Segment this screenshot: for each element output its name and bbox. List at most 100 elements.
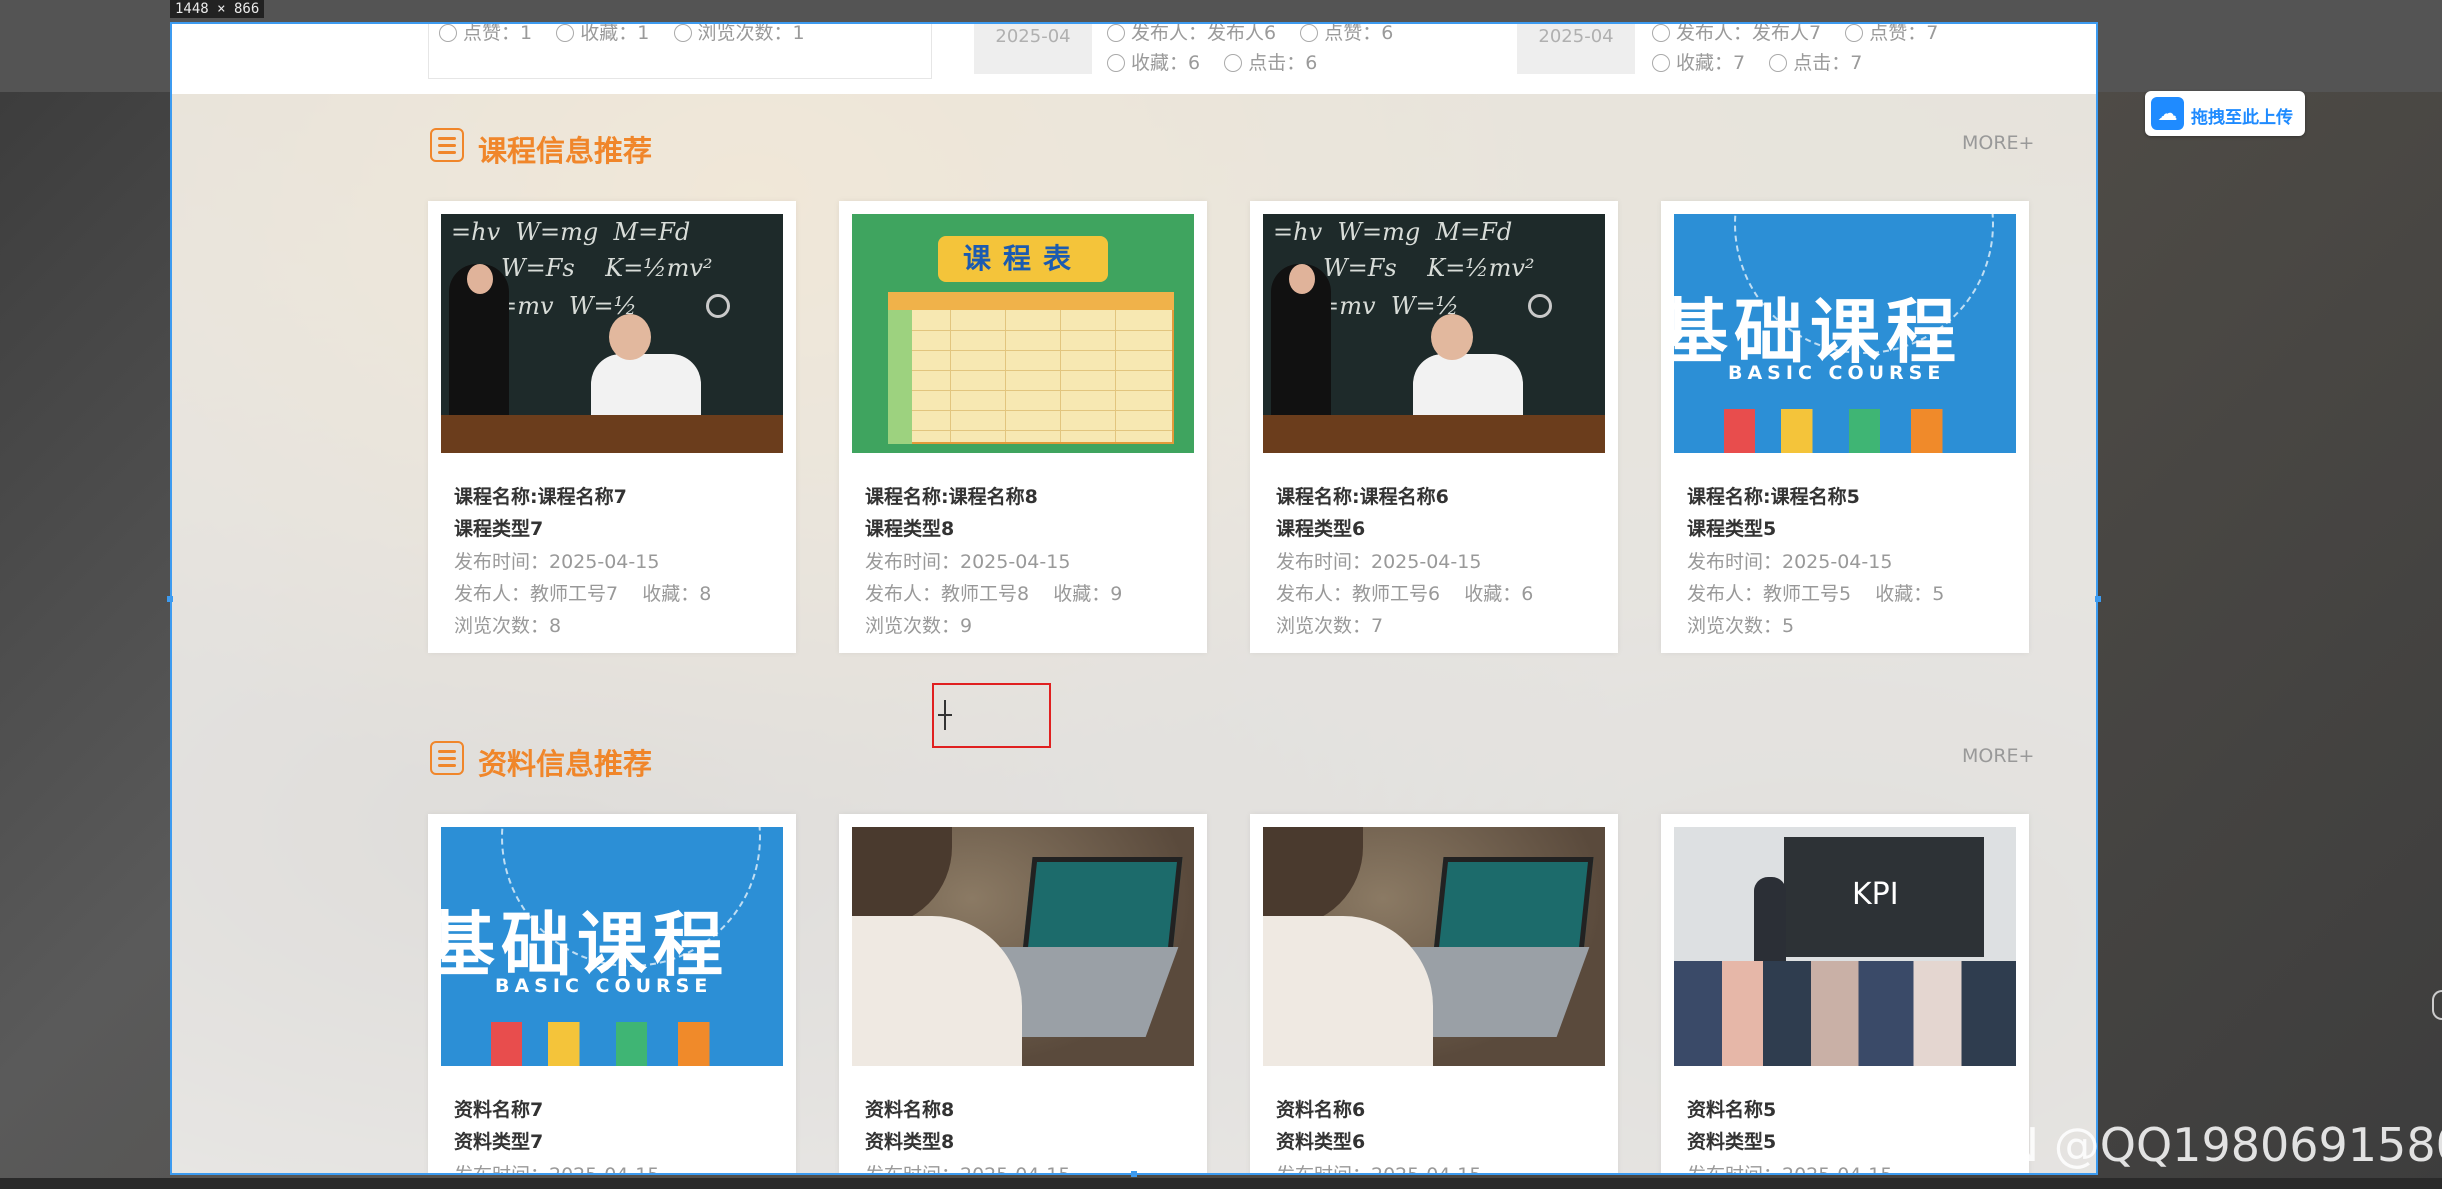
previous-section-strip: 点赞：1 收藏：1 浏览次数：1 2025-04 发布人：发布人6 点赞：6 收… [172, 22, 2096, 94]
course-name: 课程名称:课程名称7 [454, 486, 627, 508]
course-name: 课程名称:课程名称6 [1276, 486, 1449, 508]
frame-resize-handle-right[interactable] [2095, 596, 2101, 602]
course-publisher: 发布人：教师工号7 [454, 583, 619, 605]
course-thumbnail[interactable]: =hv W=mg M=Fd W=Fs K=½mv² P=mv W=½ [441, 214, 783, 453]
material-name: 资料名称8 [865, 1099, 955, 1121]
eye-icon [1224, 54, 1243, 72]
material-thumbnail[interactable] [852, 827, 1194, 1066]
news-meta-line2: 收藏：6 点击：6 [1107, 48, 1317, 75]
material-section-title: 资料信息推荐 [478, 747, 653, 781]
basic-course-subtext: BASIC COURSE [495, 975, 713, 997]
news-date: 2025-04 [995, 26, 1071, 47]
like-icon [439, 24, 457, 42]
course-views: 浏览次数：7 [1276, 615, 1384, 637]
material-type: 资料类型7 [454, 1131, 544, 1153]
course-favorites: 收藏：5 [1875, 583, 1945, 605]
likes-text: 点赞：6 [1324, 22, 1394, 44]
course-publisher: 发布人：教师工号5 [1687, 583, 1852, 605]
frame-resize-handle-left[interactable] [167, 596, 173, 602]
material-type: 资料类型8 [865, 1131, 955, 1153]
course-card[interactable]: =hv W=mg M=Fd W=Fs K=½mv² P=mv W=½ 课程名称:… [1250, 201, 1618, 653]
eye-icon [673, 24, 692, 42]
course-card[interactable]: 基础课程 BASIC COURSE 课程名称:课程名称5 课程类型5 发布时间：… [1661, 201, 2029, 653]
course-publish-time: 发布时间：2025-04-15 [1276, 551, 1482, 573]
crosshair-cursor-icon [938, 700, 952, 730]
course-favorites: 收藏：6 [1464, 583, 1534, 605]
taskbar-edge [0, 1178, 2442, 1189]
frame-resize-handle-bottom[interactable] [1131, 1171, 1137, 1177]
drag-upload-label: 拖拽至此上传 [2191, 108, 2293, 128]
course-type: 课程类型6 [1276, 518, 1366, 540]
course-favorites: 收藏：8 [642, 583, 712, 605]
news-date: 2025-04 [1538, 26, 1614, 47]
eye-icon [1769, 54, 1788, 72]
favorites-text: 收藏：7 [1676, 52, 1746, 74]
course-publisher-row: 发布人：教师工号8 收藏：9 [865, 579, 1122, 606]
cloud-upload-icon: ☁ [2151, 97, 2184, 130]
thumbs-up-icon [1845, 24, 1864, 42]
material-thumbnail[interactable]: 基础课程 BASIC COURSE [441, 827, 783, 1066]
material-thumbnail[interactable] [1263, 827, 1605, 1066]
material-type: 资料类型5 [1687, 1131, 1777, 1153]
material-card[interactable]: 资料名称8 资料类型8 发布时间：2025-04-15 [839, 814, 1207, 1175]
course-publisher-row: 发布人：教师工号7 收藏：8 [454, 579, 711, 606]
material-more-link[interactable]: MORE+ [1962, 745, 2034, 767]
course-favorites: 收藏：9 [1053, 583, 1123, 605]
course-publisher-row: 发布人：教师工号5 收藏：5 [1687, 579, 1944, 606]
course-thumbnail[interactable]: 基础课程 BASIC COURSE [1674, 214, 2016, 453]
course-publisher: 发布人：教师工号6 [1276, 583, 1441, 605]
screenshot-capture-region[interactable]: 点赞：1 收藏：1 浏览次数：1 2025-04 发布人：发布人6 点赞：6 收… [170, 22, 2098, 1175]
course-name: 课程名称:课程名称8 [865, 486, 1038, 508]
material-section-icon [430, 741, 464, 775]
previous-card-tail[interactable]: 点赞：1 收藏：1 浏览次数：1 [428, 24, 932, 79]
material-name: 资料名称6 [1276, 1099, 1366, 1121]
material-thumbnail[interactable]: KPI [1674, 827, 2016, 1066]
basic-course-subtext: BASIC COURSE [1728, 362, 1946, 384]
material-publish-time: 发布时间：2025-04-15 [865, 1164, 1071, 1175]
course-views: 浏览次数：9 [865, 615, 973, 637]
favorites-text: 收藏：6 [1131, 52, 1201, 74]
material-card[interactable]: 基础课程 BASIC COURSE 资料名称7 资料类型7 发布时间：2025-… [428, 814, 796, 1175]
course-views: 浏览次数：5 [1687, 615, 1795, 637]
course-publisher-row: 发布人：教师工号6 收藏：6 [1276, 579, 1533, 606]
capture-dimensions-label: 1448 × 866 [170, 0, 265, 18]
course-publisher: 发布人：教师工号8 [865, 583, 1030, 605]
course-card[interactable]: 课程表 课程名称:课程名称8 课程类型8 发布时间：2025-04-15 发布人… [839, 201, 1207, 653]
user-icon [1652, 24, 1670, 42]
course-type: 课程类型8 [865, 518, 955, 540]
previous-card-meta: 点赞：1 收藏：1 浏览次数：1 [439, 22, 805, 45]
news-date-box: 2025-04 [974, 24, 1092, 74]
csdn-watermark: CSDN @QQ1980691580 [1908, 1118, 2442, 1172]
course-publish-time: 发布时间：2025-04-15 [454, 551, 660, 573]
material-publish-time: 发布时间：2025-04-15 [1276, 1164, 1482, 1175]
course-more-link[interactable]: MORE+ [1962, 132, 2034, 154]
drag-upload-button[interactable]: ☁ 拖拽至此上传 [2145, 91, 2305, 136]
thumbs-up-icon [1300, 24, 1319, 42]
course-thumbnail[interactable]: 课程表 [852, 214, 1194, 453]
likes-text: 点赞：7 [1869, 22, 1939, 44]
course-views: 浏览次数：8 [454, 615, 562, 637]
course-thumbnail[interactable]: =hv W=mg M=Fd W=Fs K=½mv² P=mv W=½ [1263, 214, 1605, 453]
star-icon [1107, 54, 1125, 72]
publisher-text: 发布人：发布人7 [1676, 22, 1822, 44]
course-type: 课程类型5 [1687, 518, 1777, 540]
material-publish-time: 发布时间：2025-04-15 [1687, 1164, 1893, 1175]
material-name: 资料名称5 [1687, 1099, 1777, 1121]
schedule-banner-text: 课程表 [938, 236, 1108, 282]
likes-text: 点赞：1 [463, 22, 533, 44]
publisher-text: 发布人：发布人6 [1131, 22, 1277, 44]
course-publish-time: 发布时间：2025-04-15 [1687, 551, 1893, 573]
news-date-box: 2025-04 [1517, 24, 1635, 74]
news-meta-line2: 收藏：7 点击：7 [1652, 48, 1862, 75]
news-meta-line1: 发布人：发布人7 点赞：7 [1652, 22, 1939, 45]
material-publish-time: 发布时间：2025-04-15 [454, 1164, 660, 1175]
course-name: 课程名称:课程名称5 [1687, 486, 1860, 508]
material-card[interactable]: 资料名称6 资料类型6 发布时间：2025-04-15 [1250, 814, 1618, 1175]
material-name: 资料名称7 [454, 1099, 544, 1121]
news-meta-line1: 发布人：发布人6 点赞：6 [1107, 22, 1394, 45]
views-text: 浏览次数：1 [697, 22, 805, 44]
kpi-board-text: KPI [1852, 877, 1899, 912]
course-section-icon [430, 128, 464, 162]
clicks-text: 点击：6 [1248, 52, 1318, 74]
course-card[interactable]: =hv W=mg M=Fd W=Fs K=½mv² P=mv W=½ 课程名称:… [428, 201, 796, 653]
